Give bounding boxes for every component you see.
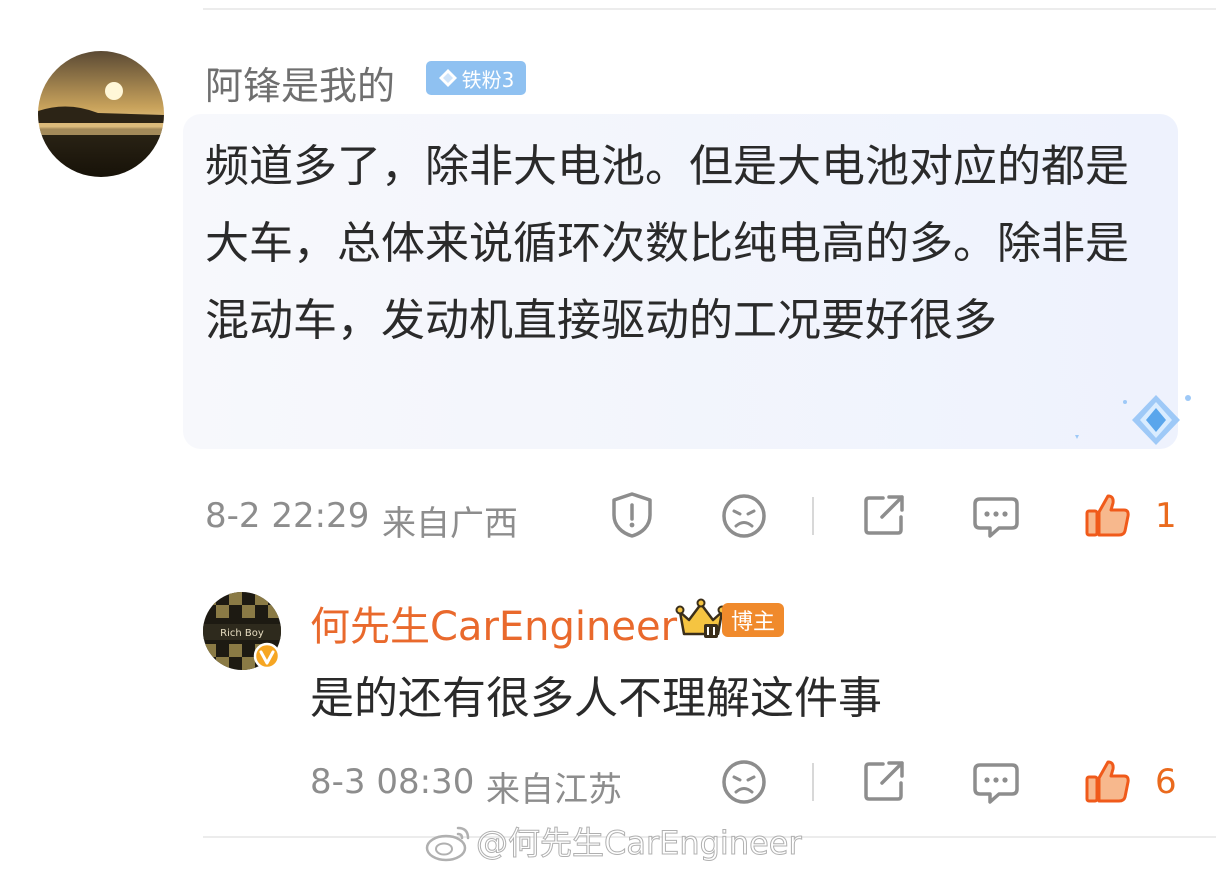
verified-icon — [253, 642, 281, 670]
share-button[interactable] — [859, 490, 909, 540]
share-icon — [864, 495, 904, 535]
reply-share-button[interactable] — [859, 756, 909, 806]
report-icon — [612, 492, 652, 538]
comment-icon — [973, 763, 1019, 804]
reply-comment-button[interactable] — [971, 758, 1021, 808]
role-badge: 博主 — [722, 603, 784, 637]
crown-icon — [675, 598, 727, 638]
comment-icon — [973, 497, 1019, 538]
top-divider — [203, 8, 1216, 10]
action-divider — [812, 497, 814, 535]
comment-time: 8-2 22:29 — [205, 496, 370, 536]
diamond-sticker-icon — [1075, 395, 1191, 445]
weibo-logo-icon — [425, 826, 470, 862]
sad-face-icon — [722, 760, 766, 804]
report-button[interactable] — [607, 490, 657, 540]
diamond-icon — [438, 69, 457, 87]
reply-time: 8-3 08:30 — [310, 762, 475, 802]
comment-button[interactable] — [971, 492, 1021, 542]
comment-location: 来自广西 — [382, 504, 518, 544]
avatar[interactable] — [38, 51, 164, 177]
fan-badge[interactable]: 铁粉3 — [426, 61, 526, 95]
reply-action-divider — [812, 763, 814, 801]
comment-username[interactable]: 阿锋是我的 — [205, 55, 395, 110]
like-button[interactable] — [1083, 490, 1133, 540]
thumbs-up-icon — [1085, 494, 1130, 537]
sad-face-icon — [722, 494, 766, 538]
reply-dislike-button[interactable] — [719, 757, 769, 807]
reply-location: 来自江苏 — [486, 770, 622, 810]
reply-like-count: 6 — [1155, 762, 1177, 802]
comment-text[interactable]: 频道多了，除非大电池。但是大电池对应的都是大车，总体来说循环次数比纯电高的多。除… — [205, 128, 1150, 359]
share-icon — [864, 761, 904, 801]
dislike-button[interactable] — [719, 491, 769, 541]
reply-like-button[interactable] — [1083, 756, 1133, 806]
like-count: 1 — [1155, 496, 1177, 536]
reply-text[interactable]: 是的还有很多人不理解这件事 — [310, 662, 882, 726]
reply-username[interactable]: 何先生CarEngineer — [310, 594, 677, 652]
avatar-text: Rich Boy — [220, 628, 264, 639]
fan-badge-label: 铁粉3 — [461, 67, 515, 92]
thumbs-up-icon — [1085, 760, 1130, 803]
watermark: @何先生CarEngineer — [476, 824, 803, 863]
